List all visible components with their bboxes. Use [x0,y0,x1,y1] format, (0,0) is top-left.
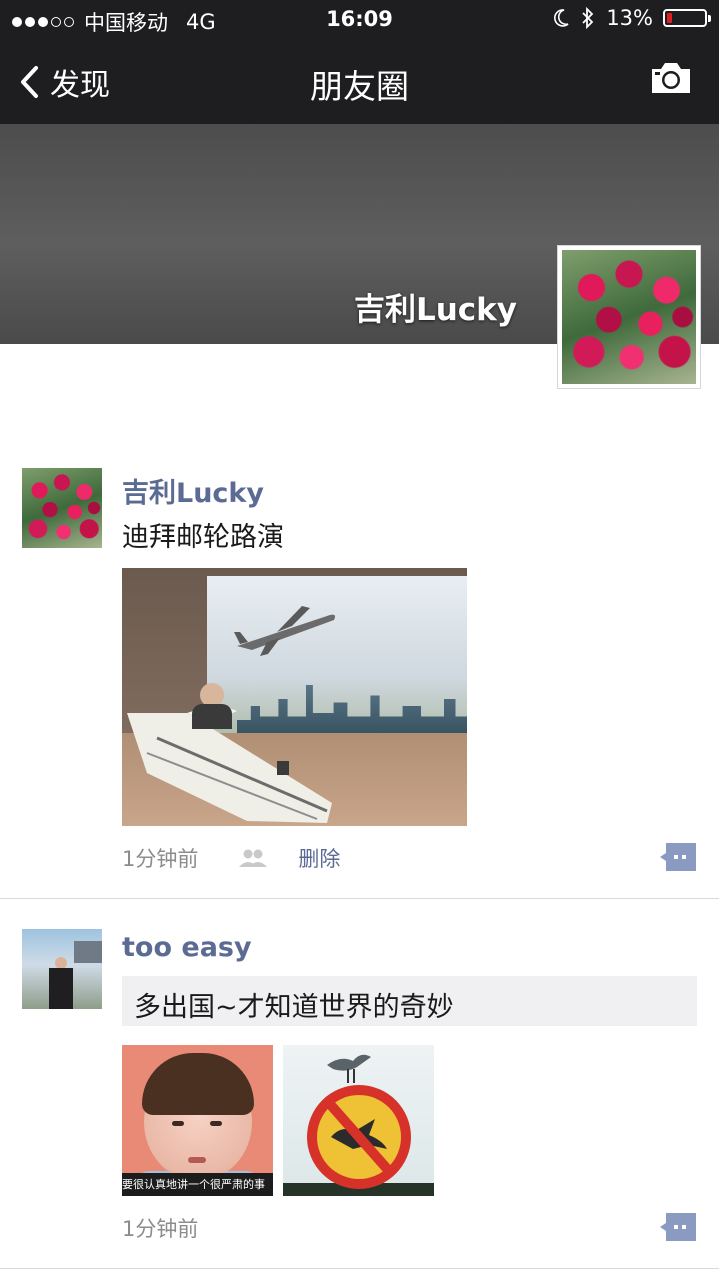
bluetooth-icon [582,6,594,30]
divider [0,1268,719,1269]
visibility-friends-icon [239,849,268,867]
post-text: 多出国~才知道世界的奇妙 [122,976,697,1026]
post-author[interactable]: too easy [122,932,252,963]
airplane-model [234,606,336,656]
post-meta: 1分钟前 [122,1213,198,1243]
image-caption: 要很认真地讲一个很严肃的事 [122,1173,273,1196]
camera-icon [652,63,690,93]
flower-photo [562,250,696,384]
flower-photo [22,468,102,548]
post-avatar[interactable] [22,468,102,548]
status-bar: 中国移动 4G 16:09 13% [0,0,719,40]
post-image[interactable]: 要很认真地讲一个很严肃的事 [122,1045,273,1196]
cruise-ship-model [127,703,332,823]
navigation-bar: 发现 朋友圈 [0,40,719,124]
divider [0,898,719,899]
page-title: 朋友圈 [310,67,409,106]
comment-icon [660,843,696,871]
post-time: 1分钟前 [122,1217,199,1241]
no-birds-sign-icon [307,1054,411,1189]
battery-percent: 13% [606,6,653,30]
post-image[interactable] [283,1045,434,1196]
post-image[interactable] [122,568,467,826]
battery-icon [663,9,711,27]
post-text: 迪拜邮轮路演 [122,522,284,553]
post-avatar[interactable] [22,929,102,1009]
moon-icon [554,9,569,27]
delete-button[interactable]: 删除 [298,843,340,873]
post-time: 1分钟前 [122,847,199,871]
comment-button[interactable] [660,843,696,871]
comment-icon [660,1213,696,1241]
camera-button[interactable] [649,60,693,100]
profile-avatar[interactable] [557,245,701,389]
profile-name: 吉利Lucky [353,292,517,328]
comment-button[interactable] [660,1213,696,1241]
post-meta: 1分钟前 删除 [122,843,340,873]
post-author[interactable]: 吉利Lucky [122,471,264,510]
